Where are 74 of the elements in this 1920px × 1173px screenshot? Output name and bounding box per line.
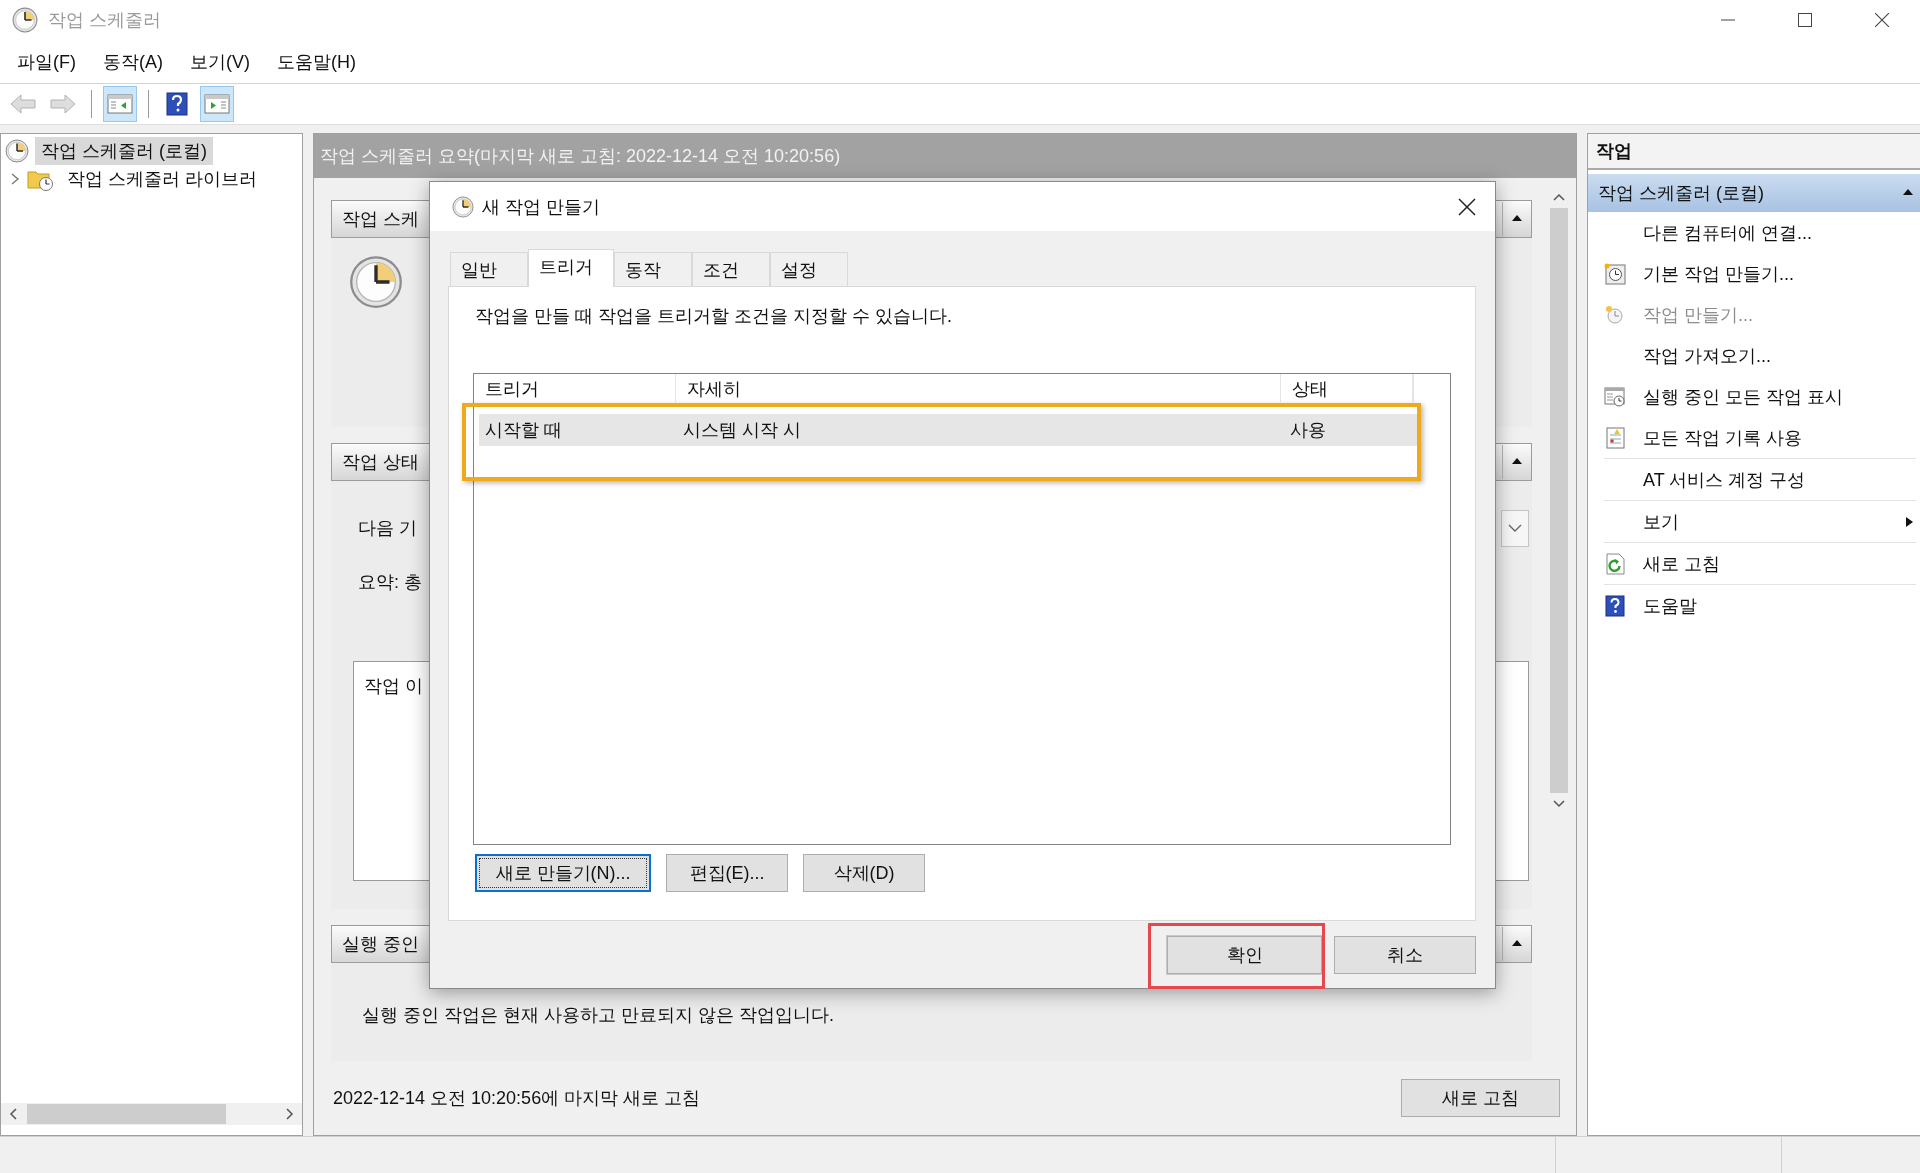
tab[interactable]: 트리거 (528, 249, 614, 287)
tree-item[interactable]: 작업 스케줄러 (로컬) (35, 137, 213, 165)
chevron-icon[interactable] (9, 172, 21, 186)
refresh-button[interactable]: 새로 고침 (1401, 1079, 1560, 1117)
section-title: 작업 상태 (342, 451, 419, 474)
column-header[interactable]: 상태 (1280, 374, 1413, 402)
clock-icon (5, 139, 29, 163)
action-item[interactable]: AT 서비스 계정 구성 (1643, 467, 1916, 492)
group-header[interactable]: 작업 스케줄러 (로컬) (1588, 174, 1920, 212)
show-tree-icon (107, 93, 133, 115)
scroll-up-icon (1552, 192, 1566, 202)
action-item[interactable]: 새로 고침 (1643, 551, 1916, 576)
action-item[interactable]: 다른 컴퓨터에 연결... (1643, 220, 1916, 245)
chevron-down-icon (1508, 523, 1522, 533)
list-button[interactable]: 새로 만들기(N)... (475, 854, 651, 892)
column-header: 작업 이 (364, 676, 423, 696)
summary-header: 작업 스케줄러 요약(마지막 새로 고침: 2022-12-14 오전 10:20:56) (314, 134, 1576, 178)
last-refresh-text: 2022-12-14 오전 10:20:56에 마지막 새로 고침 (333, 1087, 702, 1110)
status-text: 요약: 총 (357, 571, 423, 594)
refresh-icon (1604, 552, 1626, 575)
clock-task-icon (1604, 303, 1626, 326)
close-icon (1874, 13, 1889, 27)
action-item[interactable]: 모든 작업 기록 사용 (1643, 425, 1916, 450)
list-button[interactable]: 삭제(D) (803, 854, 925, 892)
tab[interactable]: 조건 (692, 252, 770, 286)
table-row[interactable]: 시작할 때 시스템 시작 시 사용 (479, 414, 1417, 446)
back-arrow-icon (9, 93, 37, 115)
scroll-right-icon (284, 1107, 294, 1121)
help-icon (1604, 594, 1626, 617)
log-icon (1604, 426, 1626, 449)
table-cell-text: 사용 (1289, 419, 1327, 442)
action-item[interactable]: 작업 가져오기... (1643, 343, 1916, 368)
clock-icon (452, 195, 474, 218)
scroll-left-icon (9, 1107, 19, 1121)
table-cell-text: 시스템 시작 시 (682, 419, 802, 442)
forward-arrow-icon (49, 93, 77, 115)
maximize-icon (1797, 13, 1812, 27)
table-cell-text: 시작할 때 (484, 419, 563, 442)
action-item[interactable]: 보기 (1643, 509, 1904, 534)
menu-item[interactable]: 도움말(H) (266, 45, 367, 78)
action-item[interactable]: 실행 중인 모든 작업 표시 (1643, 384, 1916, 409)
tree-item[interactable]: 작업 스케줄러 라이브러 (61, 165, 263, 193)
action-item[interactable]: 기본 작업 만들기... (1643, 261, 1916, 286)
status-text: 다음 기 (357, 517, 418, 540)
dropdown-button[interactable] (1501, 509, 1529, 547)
menu-item[interactable]: 파일(F) (6, 45, 87, 78)
clock-icon (349, 255, 403, 309)
section-title: 작업 스케 (342, 208, 419, 231)
show-action-pane-icon (204, 93, 230, 115)
description-text: 작업을 만들 때 작업을 트리거할 조건을 지정할 수 있습니다. (475, 305, 953, 328)
tab[interactable]: 동작 (614, 252, 692, 286)
column-header[interactable]: 자세히 (676, 374, 1281, 402)
list-button[interactable]: 편집(E)... (666, 854, 788, 892)
menu-item[interactable]: 보기(V) (179, 45, 261, 78)
tab[interactable]: 일반 (450, 252, 528, 286)
section-title: 실행 중인 (342, 933, 419, 956)
help-icon (166, 92, 188, 116)
dialog-button[interactable]: 취소 (1334, 936, 1476, 974)
column-header[interactable]: 트리거 (474, 374, 677, 402)
dialog-title: 새 작업 만들기 (482, 195, 600, 219)
group-title: 작업 스케줄러 (로컬) (1598, 182, 1765, 205)
tab[interactable]: 설정 (770, 252, 848, 286)
scroll-down-icon (1552, 799, 1566, 809)
close-icon (1458, 197, 1476, 216)
scrollbar[interactable] (1, 1103, 302, 1125)
action-item[interactable]: 도움말 (1643, 593, 1916, 618)
clock-task-icon (1604, 262, 1626, 285)
running-text: 실행 중인 작업은 현재 사용하고 만료되지 않은 작업입니다. (362, 1004, 835, 1027)
window-title: 작업 스케줄러 (48, 9, 161, 32)
calendar-clock-icon (1604, 385, 1626, 408)
menu-item[interactable]: 동작(A) (92, 45, 174, 78)
dialog-button[interactable]: 확인 (1167, 936, 1322, 974)
clock-icon (12, 7, 38, 33)
pane-title: 작업 (1588, 134, 1920, 170)
